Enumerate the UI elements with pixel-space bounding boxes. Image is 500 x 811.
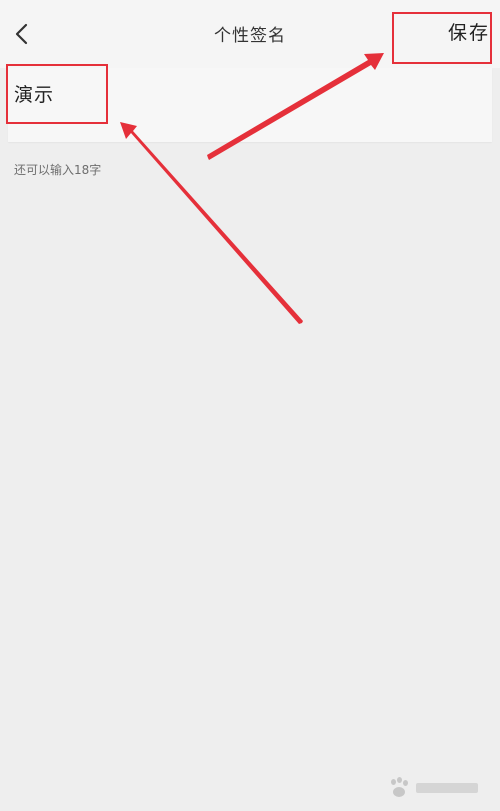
save-button[interactable]: 保存: [448, 18, 490, 45]
arrow-to-input: [120, 122, 303, 324]
watermark-text-mark: [416, 783, 478, 793]
paw-logo-icon: [388, 777, 410, 799]
signature-input-card[interactable]: [8, 68, 492, 142]
signature-edit-screen: 个性签名 保存 演示 还可以输入18字: [0, 0, 500, 811]
char-counter: 还可以输入18字: [14, 163, 102, 177]
watermark: [388, 775, 478, 801]
signature-input[interactable]: 演示: [14, 80, 54, 107]
page-title: 个性签名: [214, 26, 286, 46]
nav-bar: 个性签名 保存: [0, 0, 500, 68]
